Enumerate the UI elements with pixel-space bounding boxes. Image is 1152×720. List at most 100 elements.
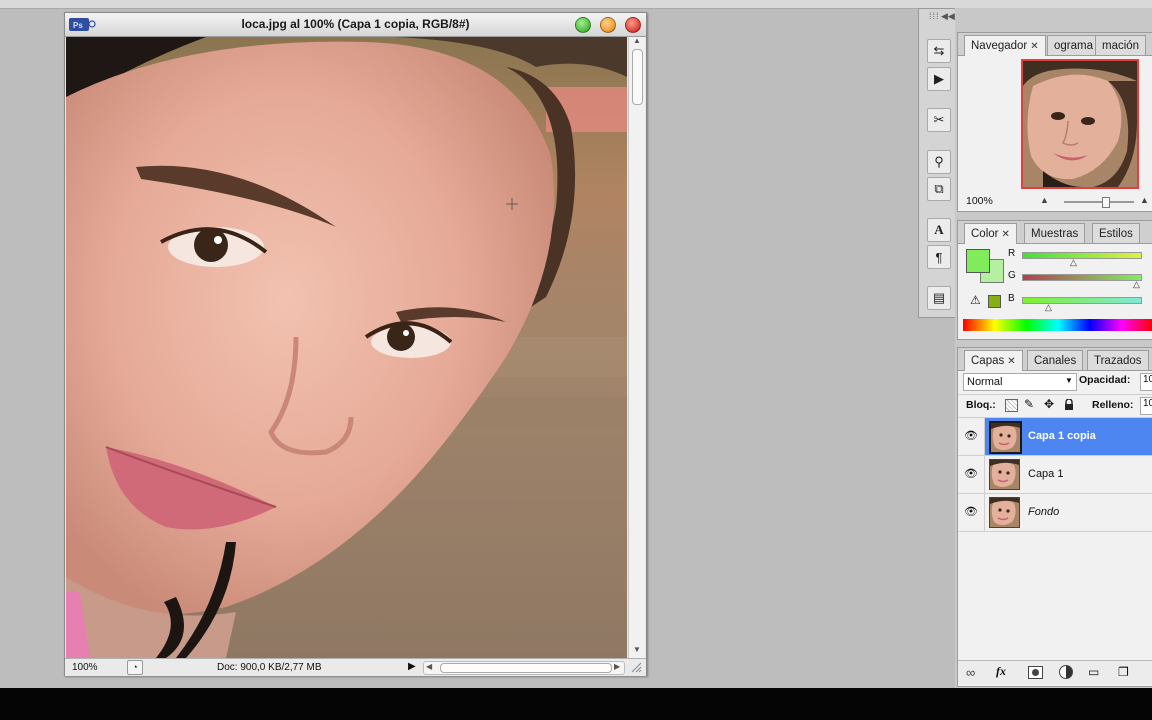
status-options-icon[interactable]: ◔ [127,660,143,675]
slider-r-label: R [1008,248,1016,259]
close-window-button[interactable] [625,17,641,33]
scroll-up-arrow-icon[interactable]: ▲ [633,36,641,45]
green-slider-handle-icon[interactable]: △ [1133,279,1140,290]
adjustment-icon[interactable] [1059,665,1073,679]
opacity-input[interactable]: 10 [1140,373,1152,391]
out-of-gamut-warning-icon[interactable]: ⚠ [970,293,981,307]
clone-source-icon[interactable]: ⧉ [927,177,951,201]
opacity-value: 10 [1143,374,1152,385]
close-tab-icon[interactable]: ✕ [1030,41,1038,52]
tab-color[interactable]: Color ✕ [964,223,1017,244]
navigator-preview-image [1023,61,1137,187]
document-window: Ps loca.jpg al 100% (Capa 1 copia, RGB/8… [64,12,647,676]
navigator-zoom-field[interactable]: 100% [966,195,993,207]
scroll-down-arrow-icon[interactable]: ▼ [633,645,641,654]
actions-panel-icon[interactable]: ▶ [927,67,951,91]
eye-icon[interactable]: 👁 [964,505,978,519]
eye-icon[interactable]: 👁 [964,429,978,443]
blue-slider-handle-icon[interactable]: △ [1045,302,1052,313]
tab-info[interactable]: mación [1095,35,1147,55]
mask-icon[interactable] [1028,666,1043,679]
close-tab-icon[interactable]: ✕ [1001,229,1009,240]
zoom-in-icon[interactable]: ▲ [1140,195,1149,205]
red-slider-handle-icon[interactable]: △ [1070,257,1077,268]
layers-panel: Capas ✕ Canales Trazados Normal ▼ Opacida… [957,347,1152,687]
collapsed-panel-dock: ⁞⁞⁞ ⇆ ▶ ✂ ⚲ ⧉ A ¶ ▤ [918,8,956,318]
tab-styles[interactable]: Estilos [1092,223,1140,243]
layer-row-fondo[interactable]: 👁 Fondo [958,494,1152,532]
layer-name[interactable]: Capa 1 copia [1028,430,1096,442]
layer-thumbnail [989,497,1020,528]
tool-presets-icon[interactable]: ✂ [927,108,951,132]
fill-input[interactable]: 10 [1140,397,1152,415]
gamut-color-swatch[interactable] [988,295,1001,308]
lock-position-icon[interactable]: ✥ [1044,397,1054,411]
horizontal-scroll-thumb[interactable] [440,663,612,673]
foreground-color-swatch[interactable] [966,249,990,273]
new-layer-icon[interactable]: ❐ [1118,665,1129,679]
document-title: loca.jpg al 100% (Capa 1 copia, RGB/8#) [241,17,470,31]
fill-value: 10 [1143,398,1152,409]
lock-row: Bloq.: ✎ ✥ Relleno: 10 [958,394,1152,418]
link-icon[interactable]: ∞ [966,665,975,680]
navigator-zoom-handle[interactable] [1102,197,1110,208]
scroll-right-arrow-icon[interactable]: ▶ [614,662,620,671]
eye-icon[interactable]: 👁 [964,467,978,481]
scroll-left-arrow-icon[interactable]: ◀ [426,662,432,671]
color-spectrum-bar[interactable] [963,319,1152,331]
collapse-dock-icon[interactable]: ◀◀ [941,11,955,22]
document-title-bar[interactable]: Ps loca.jpg al 100% (Capa 1 copia, RGB/8… [65,13,646,37]
tab-paths-label: Trazados [1094,355,1142,367]
layer-row-capa-1-copia[interactable]: 👁 Capa 1 copia [958,418,1152,456]
tab-histogram[interactable]: ograma [1047,35,1100,55]
group-icon[interactable]: ▭ [1088,665,1099,679]
red-slider-track[interactable] [1022,252,1142,259]
resize-grip-icon[interactable] [631,662,642,673]
horizontal-scrollbar[interactable]: ◀ ▶ [423,661,625,675]
image-canvas[interactable] [66,37,627,658]
vertical-scroll-thumb[interactable] [632,49,643,105]
paragraph-panel-icon[interactable]: ¶ [927,245,951,269]
navigator-tab-row: Navegador ✕ ograma mación [958,33,1152,56]
minimize-window-button[interactable] [600,17,616,33]
blue-slider-track[interactable] [1022,297,1142,304]
tab-channels[interactable]: Canales [1027,350,1084,370]
lock-all-icon[interactable] [1064,398,1074,410]
zoom-out-icon[interactable]: ▲ [1040,195,1049,205]
fx-icon[interactable]: fx [996,664,1006,679]
color-panel: Color ✕ Muestras Estilos R △ G △ ⚠ B △ [957,220,1152,340]
zoom-level-field[interactable]: 100% [72,662,98,673]
chevron-down-icon: ▼ [1065,376,1073,385]
green-slider-track[interactable] [1022,274,1142,281]
layer-thumbnail [989,459,1020,490]
lock-label: Bloq.: [966,399,996,411]
tab-navigator-label: Navegador [971,40,1028,52]
character-panel-icon[interactable]: A [927,218,951,242]
tab-navigator[interactable]: Navegador ✕ [964,35,1046,56]
lock-image-pixels-icon[interactable]: ✎ [1024,397,1034,411]
layer-row-capa-1[interactable]: 👁 Capa 1 [958,456,1152,494]
dock-grip-icon[interactable]: ⁞⁞⁞ [929,11,940,21]
portrait-photo [66,37,627,658]
navigator-zoom-slider[interactable] [1064,197,1134,208]
tab-layers[interactable]: Capas ✕ [964,350,1023,371]
history-panel-icon[interactable]: ⇆ [927,39,951,63]
status-menu-arrow-icon[interactable]: ▶ [408,661,416,672]
layer-thumbnail [989,421,1022,454]
layers-tab-row: Capas ✕ Canales Trazados [958,348,1152,371]
blend-mode-select[interactable]: Normal ▼ [963,373,1077,391]
tab-styles-label: Estilos [1099,228,1133,240]
vertical-scrollbar[interactable]: ▲ ▼ [628,36,645,658]
layer-comps-icon[interactable]: ▤ [927,286,951,310]
layer-name[interactable]: Fondo [1028,506,1059,518]
tab-swatches[interactable]: Muestras [1024,223,1086,243]
zoom-window-button[interactable] [575,17,591,33]
layer-name[interactable]: Capa 1 [1028,468,1063,480]
navigator-thumbnail[interactable] [1021,59,1139,189]
tab-histogram-label: ograma [1054,40,1093,52]
lock-transparent-pixels-icon[interactable] [1005,399,1018,412]
brushes-panel-icon[interactable]: ⚲ [927,150,951,174]
tab-paths[interactable]: Trazados [1087,350,1149,370]
document-size-info: Doc: 900,0 KB/2,77 MB [217,662,322,673]
close-tab-icon[interactable]: ✕ [1007,356,1015,367]
